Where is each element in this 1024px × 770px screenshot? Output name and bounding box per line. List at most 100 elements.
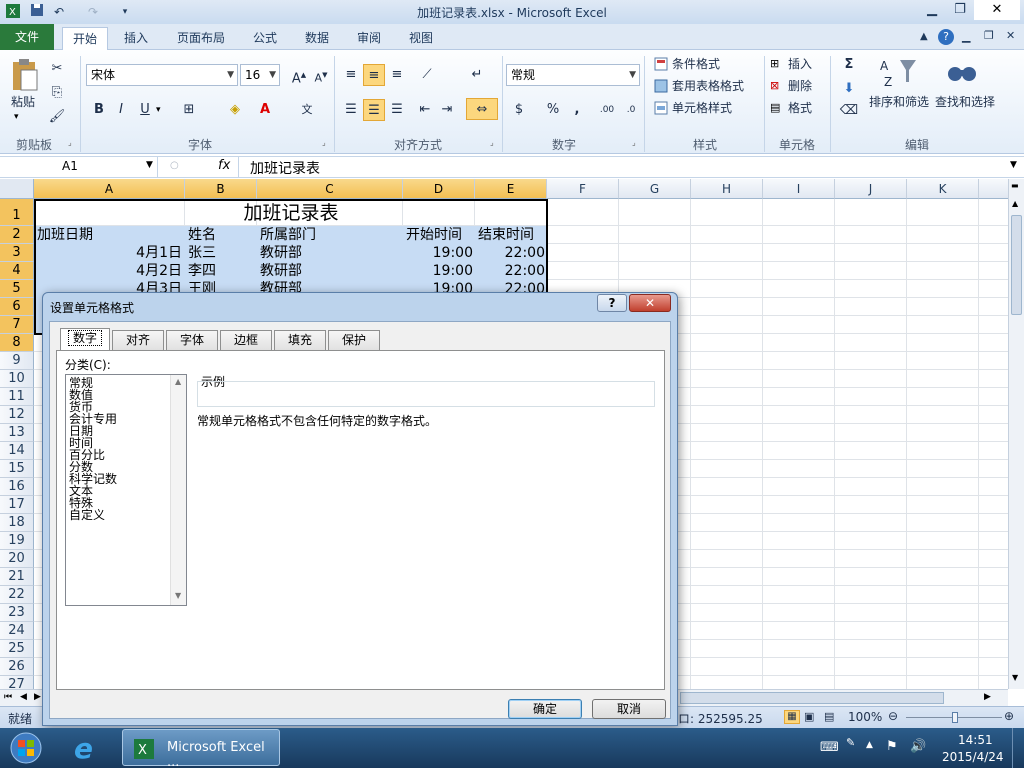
cell-name[interactable]: 张三 xyxy=(188,244,216,262)
increase-indent-icon[interactable]: ⇥ xyxy=(436,99,458,121)
tab-review[interactable]: 审阅 xyxy=(350,27,388,50)
scroll-down-icon[interactable]: ▼ xyxy=(175,591,181,600)
align-center-icon[interactable]: ☰ xyxy=(363,99,385,121)
align-bottom-icon[interactable]: ≡ xyxy=(386,64,408,86)
tab-alignment[interactable]: 对齐 xyxy=(112,330,164,350)
row-header[interactable]: 3 xyxy=(0,244,34,262)
zoom-thumb[interactable] xyxy=(952,712,958,723)
page-break-view-icon[interactable]: ▤ xyxy=(824,710,834,723)
cell-date[interactable]: 4月1日 xyxy=(36,244,182,262)
row-header[interactable]: 13 xyxy=(0,424,34,442)
scroll-right-icon[interactable]: ▶ xyxy=(984,692,991,702)
action-center-icon[interactable]: ⚑ xyxy=(886,739,898,754)
decrease-font-icon[interactable]: A▼ xyxy=(310,64,332,86)
next-sheet-icon[interactable]: ▶ xyxy=(34,692,41,702)
cell-end[interactable]: 22:00 xyxy=(476,262,545,280)
merge-center-icon[interactable]: ⇔ xyxy=(466,98,498,120)
doc-restore-icon[interactable]: ❐ xyxy=(984,29,994,42)
clock-date[interactable]: 2015/4/24 xyxy=(942,750,1004,764)
fill-color-icon[interactable]: ◈ xyxy=(224,99,246,121)
collapse-ribbon-icon[interactable]: ▲ xyxy=(920,31,928,42)
orientation-icon[interactable]: ⟋ xyxy=(416,64,438,86)
tab-data[interactable]: 数据 xyxy=(298,27,336,50)
scroll-up-icon[interactable]: ▲ xyxy=(175,377,181,386)
insert-cells-button[interactable]: 插入 xyxy=(788,55,812,73)
clear-icon[interactable]: ⌫ xyxy=(838,100,860,122)
ime-icon[interactable]: ✎ xyxy=(846,736,855,749)
category-list[interactable]: 常规 数值 货币 会计专用 日期 时间 百分比 分数 科学记数 文本 特殊 自定义 ▲ ▼ xyxy=(65,374,187,606)
header-name[interactable]: 姓名 xyxy=(188,226,216,244)
align-middle-icon[interactable]: ≡ xyxy=(363,64,385,86)
row-header[interactable]: 12 xyxy=(0,406,34,424)
tab-page-layout[interactable]: 页面布局 xyxy=(170,27,232,50)
split-box-icon[interactable]: ▬ xyxy=(1011,181,1019,190)
cell-dept[interactable]: 教研部 xyxy=(260,262,302,280)
font-color-icon[interactable]: A xyxy=(254,99,276,121)
conditional-format-icon[interactable] xyxy=(654,57,668,74)
paste-dropdown-icon[interactable]: ▾ xyxy=(14,112,19,122)
col-header-j[interactable]: J xyxy=(835,179,907,199)
clock-time[interactable]: 14:51 xyxy=(958,733,993,747)
font-size-combo[interactable]: 16 ▼ xyxy=(240,64,280,86)
row-header[interactable]: 11 xyxy=(0,388,34,406)
col-header-k[interactable]: K xyxy=(907,179,979,199)
formula-resize-icon[interactable]: ○ xyxy=(170,160,179,171)
help-icon[interactable]: ? xyxy=(938,29,954,45)
row-header[interactable]: 16 xyxy=(0,478,34,496)
align-right-icon[interactable]: ☰ xyxy=(386,99,408,121)
formula-input[interactable]: 加班记录表 xyxy=(250,158,320,178)
row-header[interactable]: 7 xyxy=(0,316,34,334)
tab-home[interactable]: 开始 xyxy=(62,27,108,50)
row-header[interactable]: 17 xyxy=(0,496,34,514)
format-cells-button[interactable]: 格式 xyxy=(788,99,812,117)
row-header[interactable]: 15 xyxy=(0,460,34,478)
zoom-level[interactable]: 100% xyxy=(848,710,882,724)
volume-icon[interactable]: 🔊 xyxy=(910,739,926,754)
increase-font-icon[interactable]: A▲ xyxy=(288,64,310,86)
row-header[interactable]: 24 xyxy=(0,622,34,640)
cell-start[interactable]: 19:00 xyxy=(404,244,473,262)
scroll-up-icon[interactable]: ▲ xyxy=(1012,199,1018,208)
row-header[interactable]: 18 xyxy=(0,514,34,532)
font-launcher-icon[interactable]: ⌟ xyxy=(322,138,326,147)
bold-button[interactable]: B xyxy=(88,99,110,121)
page-layout-view-icon[interactable]: ▣ xyxy=(804,710,814,723)
cell-styles-button[interactable]: 单元格样式 xyxy=(672,99,732,117)
row-header[interactable]: 25 xyxy=(0,640,34,658)
scroll-down-icon[interactable]: ▼ xyxy=(1012,673,1018,682)
conditional-format-button[interactable]: 条件格式 xyxy=(672,55,720,73)
find-select-button[interactable]: 查找和选择 xyxy=(935,93,995,111)
autosum-button[interactable]: Σ xyxy=(838,54,860,76)
underline-button[interactable]: U xyxy=(134,99,156,121)
insert-cells-icon[interactable]: ⊞ xyxy=(770,57,779,70)
cut-icon[interactable]: ✂ xyxy=(46,58,68,80)
table-format-button[interactable]: 套用表格格式 xyxy=(672,77,744,95)
cell-dept[interactable]: 教研部 xyxy=(260,244,302,262)
number-format-combo[interactable]: 常规 ▼ xyxy=(506,64,640,86)
category-item[interactable]: 自定义 xyxy=(69,509,105,521)
header-dept[interactable]: 所属部门 xyxy=(260,226,316,244)
row-header[interactable]: 8 xyxy=(0,334,34,352)
h-scroll-thumb[interactable] xyxy=(680,692,944,704)
name-box[interactable]: A1 ▼ xyxy=(0,157,158,177)
tab-number[interactable]: 数字 xyxy=(60,328,110,351)
row-header[interactable]: 20 xyxy=(0,550,34,568)
underline-dropdown-icon[interactable]: ▾ xyxy=(156,105,161,115)
col-header-f[interactable]: F xyxy=(547,179,619,199)
restore-icon[interactable]: ❐ xyxy=(946,0,974,20)
row-header[interactable]: 21 xyxy=(0,568,34,586)
start-button-icon[interactable] xyxy=(8,731,44,768)
align-top-icon[interactable]: ≡ xyxy=(340,64,362,86)
prev-sheet-icon[interactable]: ◀ xyxy=(20,692,27,702)
borders-icon[interactable]: ⊞ xyxy=(178,99,200,121)
tab-border[interactable]: 边框 xyxy=(220,330,272,350)
col-header-g[interactable]: G xyxy=(619,179,691,199)
col-header-d[interactable]: D xyxy=(403,179,475,199)
tab-file[interactable]: 文件 xyxy=(0,24,54,50)
normal-view-icon[interactable]: ▦ xyxy=(784,710,800,724)
doc-minimize-icon[interactable]: ▁ xyxy=(962,30,970,43)
vertical-scrollbar[interactable]: ▬ ▲ ▼ xyxy=(1008,179,1024,689)
dialog-close-icon[interactable]: ✕ xyxy=(629,294,671,312)
tab-insert[interactable]: 插入 xyxy=(116,27,156,50)
phonetic-icon[interactable]: 文 xyxy=(296,99,318,121)
